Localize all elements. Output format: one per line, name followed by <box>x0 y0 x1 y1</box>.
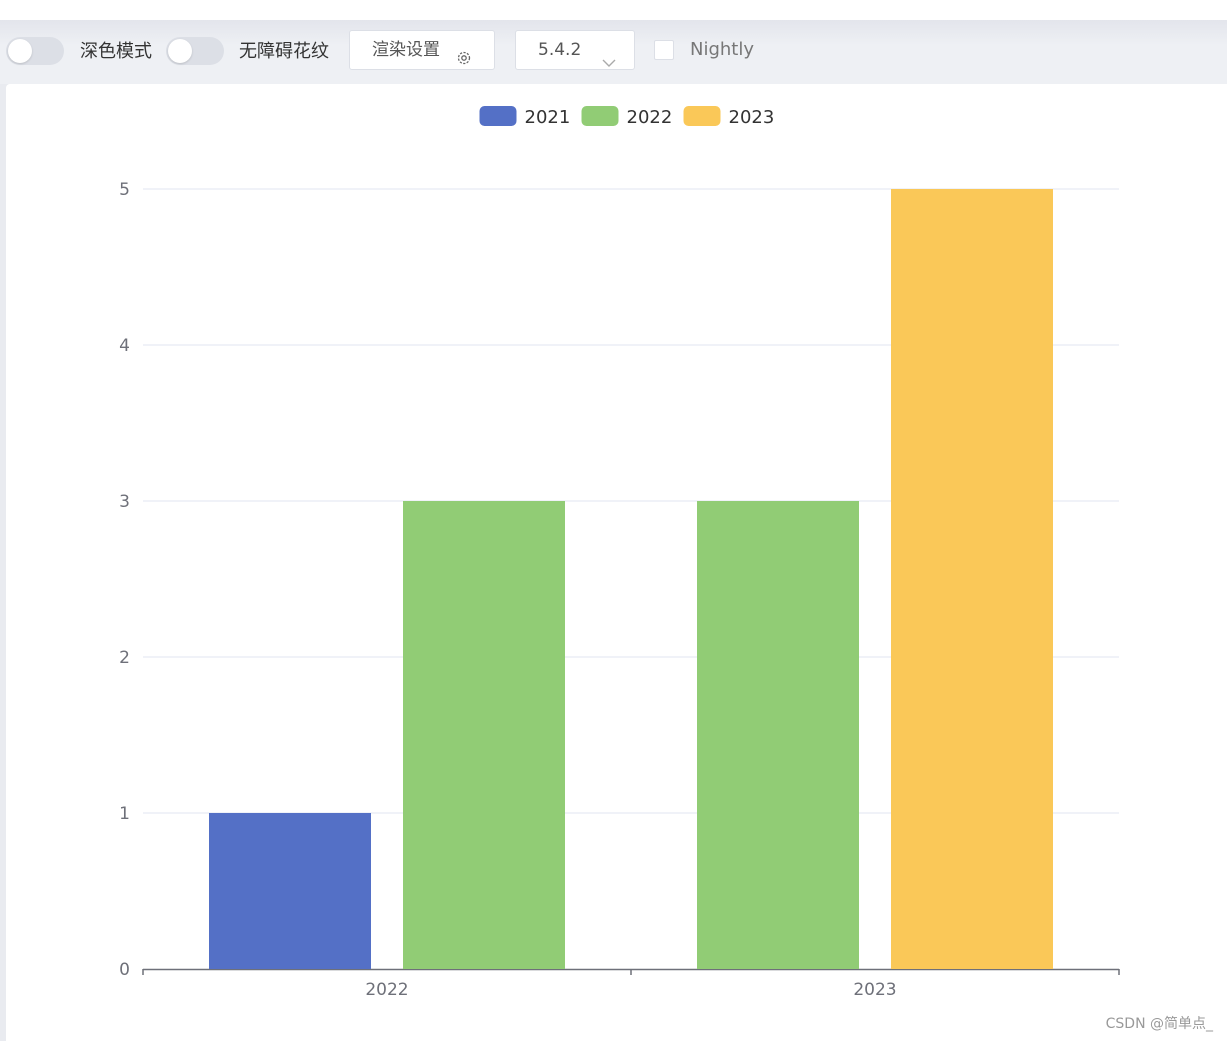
version-select[interactable]: 5.4.2 <box>515 30 635 70</box>
toolbar: 深色模式 无障碍花纹 渲染设置 5.4.2 <box>0 20 1227 84</box>
legend-swatch-2021[interactable] <box>479 106 517 126</box>
nightly-checkbox[interactable] <box>654 40 674 60</box>
gear-icon <box>456 42 472 80</box>
dark-mode-toggle-knob <box>8 39 32 63</box>
render-settings-button[interactable]: 渲染设置 <box>349 30 495 70</box>
bar-2021-2022[interactable] <box>209 813 371 969</box>
render-settings-label: 渲染设置 <box>372 40 440 60</box>
top-strip <box>0 0 1227 20</box>
chevron-down-icon <box>602 44 616 82</box>
y-tick-label: 5 <box>119 180 130 200</box>
legend-label-2021[interactable]: 2021 <box>525 107 571 128</box>
dark-mode-toggle[interactable] <box>6 37 64 65</box>
y-tick-label: 4 <box>119 336 130 356</box>
decal-toggle[interactable] <box>166 37 224 65</box>
decal-label: 无障碍花纹 <box>239 41 329 62</box>
x-tick-label: 2023 <box>853 980 896 1000</box>
dark-mode-label: 深色模式 <box>80 41 152 62</box>
chart-panel: 0 1 2 3 4 5 2022 2023 2021 2022 2023 CSDN @简单点_ <box>6 84 1227 1041</box>
y-tick-label: 2 <box>119 648 130 668</box>
bar-2023-2023[interactable] <box>891 189 1053 969</box>
version-value: 5.4.2 <box>538 40 582 60</box>
y-tick-label: 3 <box>119 492 130 512</box>
legend-swatch-2022[interactable] <box>581 106 619 126</box>
legend-swatch-2023[interactable] <box>683 106 721 126</box>
bar-2022-2023[interactable] <box>697 501 859 969</box>
x-tick-label: 2022 <box>365 980 408 1000</box>
decal-toggle-knob <box>168 39 192 63</box>
legend-label-2023[interactable]: 2023 <box>729 107 775 128</box>
y-tick-label: 1 <box>119 804 130 824</box>
y-tick-label: 0 <box>119 960 130 980</box>
legend-label-2022[interactable]: 2022 <box>627 107 673 128</box>
watermark: CSDN @简单点_ <box>1105 1016 1213 1032</box>
bar-2022-2022[interactable] <box>403 501 565 969</box>
nightly-label: Nightly <box>690 39 755 60</box>
bar-chart: 0 1 2 3 4 5 2022 2023 2021 2022 2023 <box>119 106 1120 1000</box>
